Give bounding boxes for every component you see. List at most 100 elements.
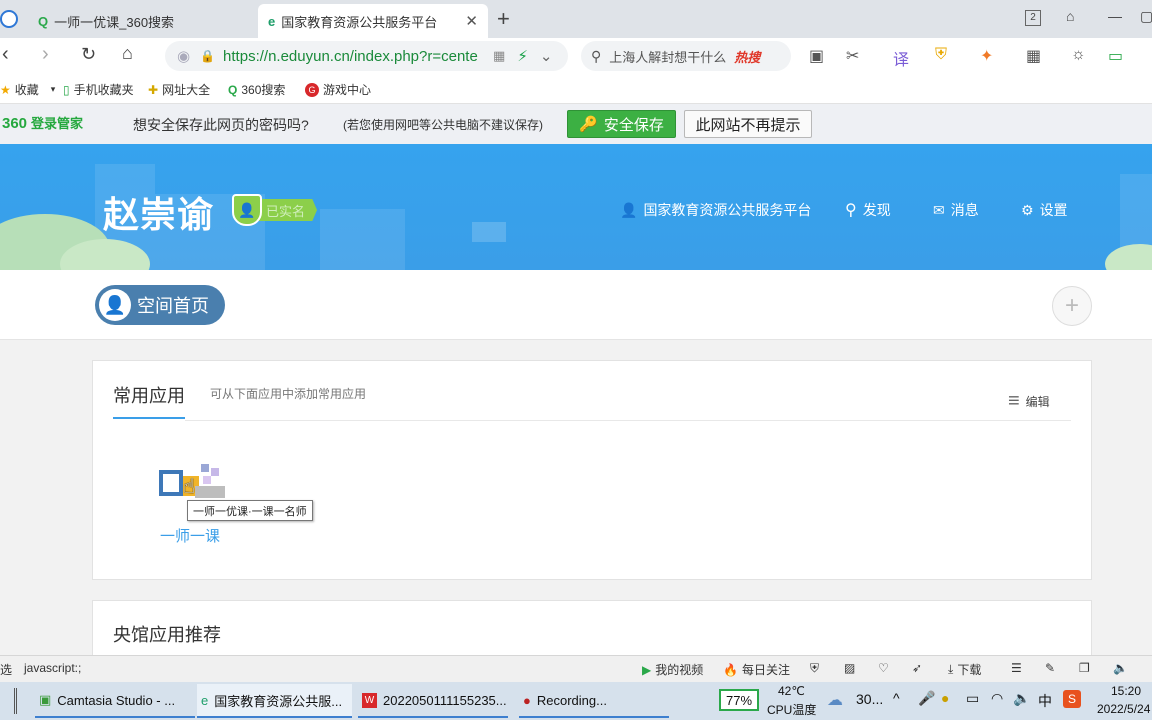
- space-home-button[interactable]: 👤 空间首页: [95, 285, 225, 325]
- user-icon: 👤: [620, 201, 638, 218]
- space-home-label: 空间首页: [137, 296, 209, 316]
- bookmark-360search[interactable]: Q 360搜索: [228, 81, 285, 98]
- star-icon: ★: [0, 82, 11, 97]
- background-building: [320, 209, 405, 270]
- tab-eduyun[interactable]: e 国家教育资源公共服务平台 ✕: [258, 4, 488, 38]
- task-wps[interactable]: W 2022050111155235...: [358, 684, 508, 718]
- recommend-panel: [92, 600, 1092, 660]
- daily-focus-button[interactable]: 🔥 每日关注: [723, 661, 790, 678]
- download-button[interactable]: ⤓ 下载: [948, 661, 981, 678]
- clean-icon[interactable]: ✎: [1045, 661, 1055, 675]
- divider: [185, 420, 1071, 421]
- heart-icon[interactable]: ♡: [878, 661, 889, 675]
- new-tab-icon[interactable]: +: [497, 6, 510, 32]
- verified-shield-icon: 👤: [232, 194, 262, 226]
- search-text: 上海人解封想干什么: [609, 49, 727, 65]
- window-icon[interactable]: ❐: [1079, 661, 1090, 675]
- qr-icon[interactable]: ▦: [493, 48, 505, 64]
- hot-search-label[interactable]: 热搜: [734, 47, 760, 66]
- battery-tray-icon[interactable]: ▭: [966, 690, 979, 707]
- mic-icon[interactable]: 🎤: [918, 690, 935, 707]
- ime-indicator[interactable]: 中: [1038, 691, 1052, 711]
- chevron-up-icon[interactable]: ^: [893, 690, 900, 706]
- sogou-icon[interactable]: S: [1063, 690, 1081, 708]
- url-text: https://n.eduyun.cn/index.php?r=cente: [223, 47, 478, 65]
- task-recording[interactable]: ● Recording...: [519, 684, 669, 718]
- close-tab-icon[interactable]: ✕: [465, 12, 478, 30]
- nav-settings[interactable]: ⚙ 设置: [1021, 200, 1068, 220]
- weather-cloud-icon: ☁: [827, 692, 843, 709]
- search-logo-icon: Q: [38, 13, 49, 29]
- cpu-usage-badge[interactable]: 77%: [719, 689, 759, 711]
- key-icon: 🔑: [579, 116, 598, 133]
- image-icon[interactable]: ▨: [844, 661, 855, 675]
- app-tooltip: 一师一优课·一课一名师: [187, 500, 313, 521]
- tab-360-search[interactable]: Q 一师一优课_360搜索: [28, 4, 253, 38]
- home-icon[interactable]: ⌂: [122, 43, 133, 64]
- save-password-button[interactable]: 🔑 安全保存: [567, 110, 676, 138]
- speed-icon[interactable]: ⚡: [517, 47, 528, 65]
- shield-icon[interactable]: ⛨: [935, 46, 947, 64]
- verified-badge: 👤 已实名: [232, 194, 318, 226]
- camtasia-icon: ▣: [39, 692, 52, 707]
- password-question: 想安全保存此网页的密码吗?: [133, 117, 309, 133]
- search-box[interactable]: ⚲ 上海人解封想干什么 热搜: [581, 41, 791, 71]
- tab-count-badge[interactable]: 2: [1025, 10, 1041, 26]
- game-icon[interactable]: ✦: [980, 46, 993, 66]
- app-tray-icon[interactable]: ●: [941, 690, 949, 706]
- scissors-icon[interactable]: ✂: [846, 46, 859, 66]
- search-icon: ⚲: [845, 202, 857, 219]
- cookie-icon[interactable]: ☰: [1011, 661, 1022, 675]
- user-name: 赵崇谕: [103, 194, 215, 235]
- app-label-yishiyike[interactable]: 一师一课: [160, 525, 220, 546]
- rocket-icon[interactable]: ➶: [912, 661, 922, 675]
- never-for-site-button[interactable]: 此网站不再提示: [684, 110, 812, 138]
- url-field[interactable]: ◉ 🔒 https://n.eduyun.cn/index.php?r=cent…: [165, 41, 568, 71]
- task-camtasia[interactable]: ▣ Camtasia Studio - ...: [35, 684, 195, 718]
- apps-grid-icon[interactable]: ▦: [1026, 46, 1041, 66]
- minimize-icon[interactable]: —: [1108, 8, 1122, 24]
- bookmark-sites[interactable]: ✚ 网址大全: [148, 81, 210, 98]
- recording-icon: ●: [523, 692, 531, 708]
- wifi-icon[interactable]: ◠: [991, 690, 1003, 707]
- nav-messages[interactable]: ✉ 消息: [933, 200, 979, 220]
- shield-status-icon[interactable]: ⛨: [810, 661, 819, 676]
- common-apps-hint: 可从下面应用中添加常用应用: [210, 387, 367, 401]
- game-center-icon: G: [305, 82, 319, 97]
- browser-logo-icon[interactable]: [0, 10, 18, 28]
- chevron-down-icon[interactable]: ⌄: [540, 47, 553, 65]
- maximize-icon[interactable]: ▢: [1140, 8, 1152, 25]
- battery-icon[interactable]: ▭: [1108, 46, 1123, 66]
- brightness-icon[interactable]: ☼: [1071, 46, 1086, 64]
- forward-icon[interactable]: ›: [42, 43, 49, 66]
- volume-icon[interactable]: 🔈: [1113, 661, 1128, 675]
- nav-platform[interactable]: 👤 国家教育资源公共服务平台: [620, 200, 811, 220]
- my-video-button[interactable]: ▶ 我的视频: [642, 661, 703, 678]
- search-logo-icon: Q: [228, 82, 238, 97]
- clock-date[interactable]: 2022/5/24: [1097, 702, 1150, 716]
- reload-icon[interactable]: ↻: [81, 44, 96, 65]
- hand-cursor-icon: ☝: [183, 476, 196, 498]
- mail-icon: ✉: [933, 201, 945, 218]
- avatar-icon: 👤: [99, 289, 131, 321]
- bookmark-favorites[interactable]: ★ 收藏 ▾: [0, 81, 55, 98]
- password-note: (若您使用网吧等公共电脑不建议保存): [343, 118, 543, 132]
- back-icon[interactable]: ‹: [2, 43, 9, 66]
- tab-title: 国家教育资源公共服务平台: [281, 14, 438, 30]
- verified-label: 已实名: [258, 199, 318, 221]
- clock-time[interactable]: 15:20: [1111, 684, 1141, 698]
- browser-icon: e: [201, 692, 209, 708]
- skin-icon[interactable]: ⌂: [1066, 8, 1074, 24]
- bookmark-mobile[interactable]: ▯ 手机收藏夹: [63, 81, 134, 98]
- task-browser[interactable]: e 国家教育资源公共服...: [197, 684, 352, 718]
- common-apps-title[interactable]: 常用应用: [113, 382, 185, 408]
- translate-icon[interactable]: 译: [893, 46, 909, 70]
- reader-icon[interactable]: ▣: [809, 46, 824, 66]
- bookmark-games[interactable]: G 游戏中心: [305, 81, 371, 98]
- add-widget-button[interactable]: +: [1052, 286, 1092, 326]
- weather-text[interactable]: 30...: [856, 691, 883, 707]
- video-icon: ▶: [642, 662, 652, 677]
- speaker-icon[interactable]: 🔈: [1013, 690, 1030, 707]
- nav-discover[interactable]: ⚲ 发现: [845, 200, 891, 220]
- edit-apps-button[interactable]: ≡ 编辑: [1008, 390, 1050, 413]
